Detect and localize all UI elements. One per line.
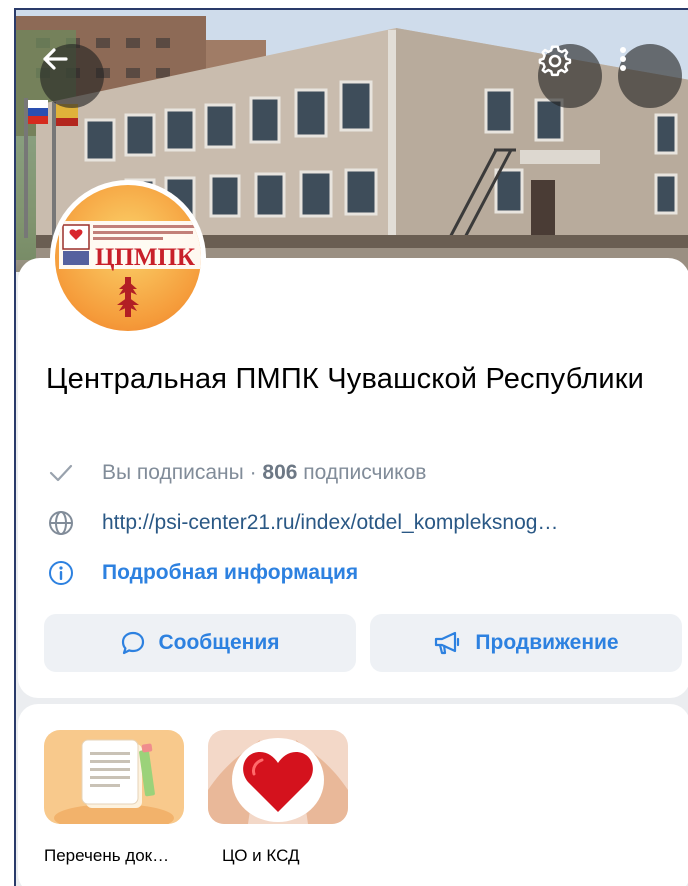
subscriber-count: 806 — [262, 461, 298, 484]
promotion-button[interactable]: Продвижение — [370, 614, 682, 672]
checkmark-icon — [46, 458, 76, 488]
screen: Центральная ПМПК Чувашской Республики Вы… — [14, 8, 688, 886]
megaphone-icon — [433, 630, 463, 656]
document-icon — [54, 739, 174, 824]
settings-button[interactable] — [538, 44, 602, 108]
story-thumbnail — [44, 730, 184, 824]
subscription-status[interactable]: Вы подписаны · 806 подписчиков — [46, 458, 426, 488]
website-link[interactable]: http://psi-center21.ru/index/otdel_kompl… — [46, 508, 558, 538]
detailed-info-link[interactable]: Подробная информация — [46, 558, 358, 588]
community-avatar[interactable]: ЦПМПК — [50, 180, 206, 336]
messages-button[interactable]: Сообщения — [44, 614, 356, 672]
story-item[interactable]: ЦО и КСД — [208, 730, 348, 866]
info-icon — [46, 558, 76, 588]
globe-icon — [46, 508, 76, 538]
story-item[interactable]: Перечень док… — [44, 730, 184, 866]
promotion-label: Продвижение — [475, 631, 619, 654]
logo-text: ЦПМПК — [95, 244, 195, 271]
more-button[interactable] — [618, 44, 682, 108]
heart-icon — [208, 738, 348, 824]
messages-label: Сообщения — [158, 631, 280, 654]
subscribed-label: Вы подписаны · — [102, 461, 263, 484]
stories-card: Перечень док… ЦО и КСД — [18, 704, 688, 886]
website-url: http://psi-center21.ru/index/otdel_kompl… — [102, 511, 559, 534]
community-name: Центральная ПМПК Чувашской Республики — [46, 363, 645, 395]
story-thumbnail — [208, 730, 348, 824]
subscriber-suffix: подписчиков — [297, 461, 427, 484]
story-caption: ЦО и КСД — [222, 846, 300, 865]
gear-icon — [538, 45, 572, 77]
arrow-left-icon — [43, 48, 68, 70]
back-button[interactable] — [40, 44, 104, 108]
story-caption: Перечень док… — [44, 846, 170, 865]
message-bubble-icon — [120, 630, 146, 656]
more-vertical-icon — [620, 47, 626, 71]
info-label: Подробная информация — [102, 561, 359, 584]
logo-emblem: ЦПМПК — [59, 221, 201, 317]
community-logo: ЦПМПК — [55, 185, 201, 331]
